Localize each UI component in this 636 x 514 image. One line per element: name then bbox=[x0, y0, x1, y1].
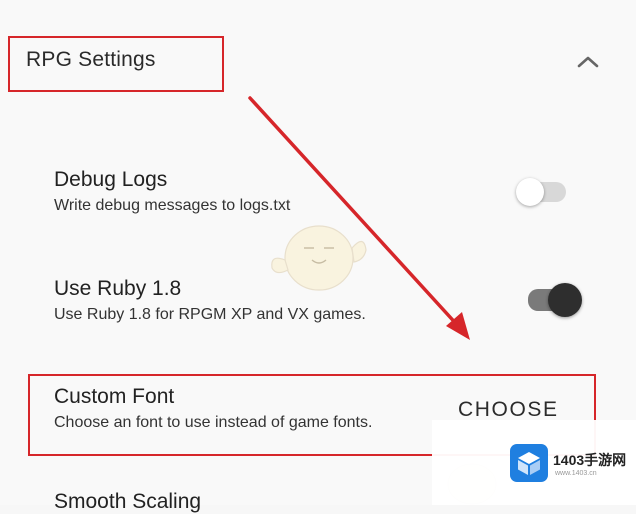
settings-panel: RPG Settings Debug Logs Write debug mess… bbox=[0, 0, 636, 513]
watermark-url: www.1403.cn bbox=[555, 470, 597, 477]
mascot-watermark bbox=[271, 225, 367, 291]
cube-icon bbox=[510, 444, 548, 482]
watermark-name: 1403手游网 bbox=[553, 452, 627, 468]
